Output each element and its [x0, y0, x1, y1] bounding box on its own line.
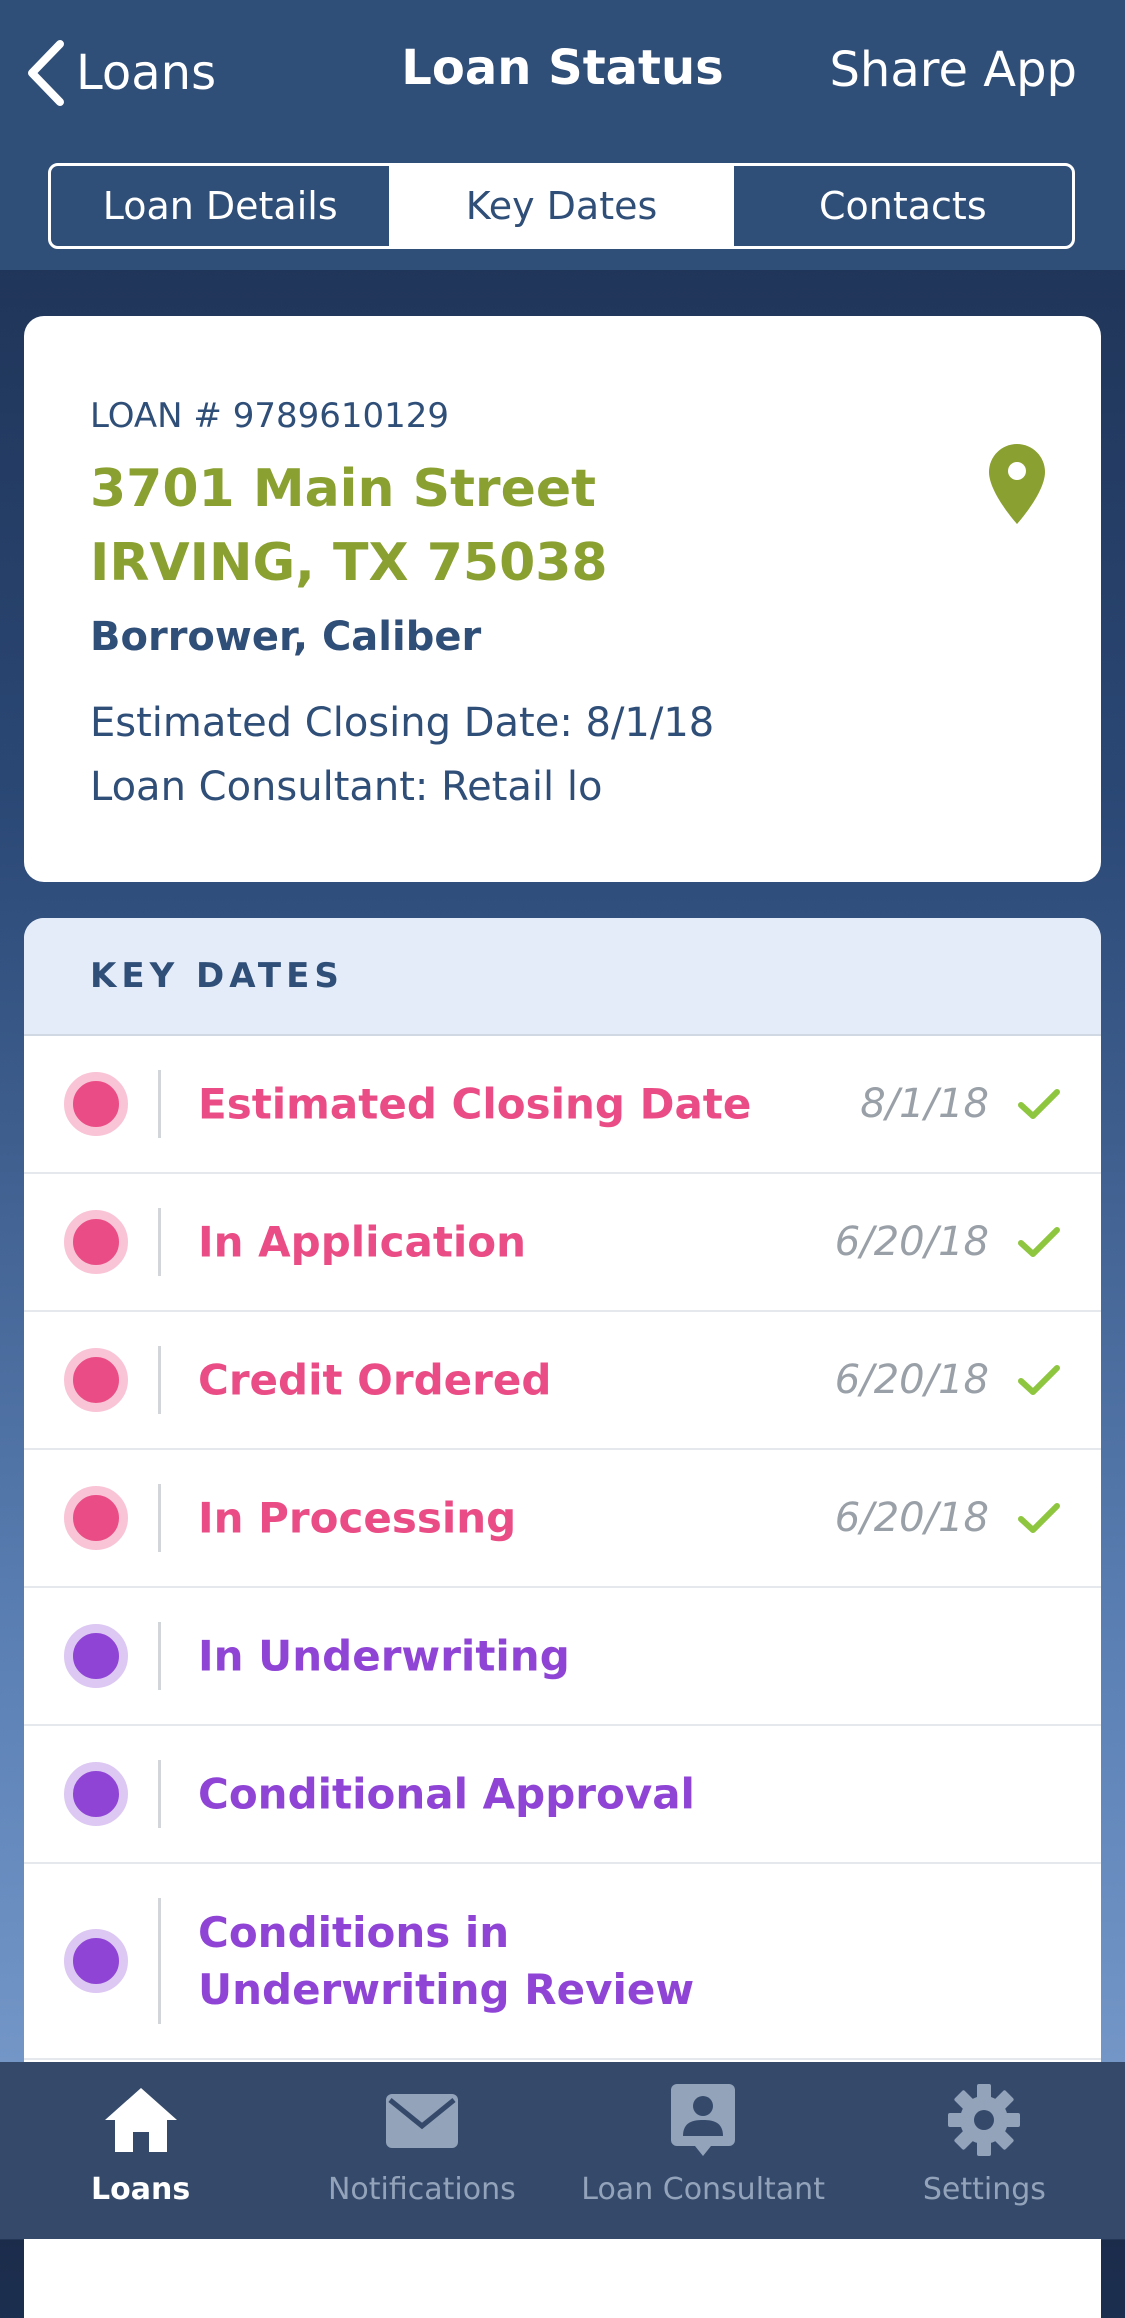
divider	[158, 1622, 161, 1690]
status-dot	[64, 1072, 128, 1136]
key-date-value: 6/20/18	[834, 1495, 989, 1541]
key-dates-header: KEY DATES	[24, 918, 1101, 1036]
status-dot	[64, 1624, 128, 1688]
list-item: Conditions in Underwriting Review	[24, 1864, 1101, 2060]
status-dot	[64, 1762, 128, 1826]
status-dot	[64, 1929, 128, 1993]
divider	[158, 1898, 161, 2024]
navigation-bar: Loans Loan Status Share App	[0, 0, 1125, 150]
checkmark-icon	[1018, 1365, 1060, 1395]
status-dot	[64, 1486, 128, 1550]
list-item: In Underwriting	[24, 1588, 1101, 1726]
bottom-tab-label: Settings	[922, 2172, 1046, 2207]
loan-summary-card: LOAN # 9789610129 3701 Main Street IRVIN…	[24, 316, 1101, 882]
key-date-value: 6/20/18	[834, 1357, 989, 1403]
divider	[158, 1760, 161, 1828]
bottom-tab-settings[interactable]: Settings	[844, 2062, 1125, 2239]
key-date-label-line-1: Conditions in	[198, 1908, 510, 1957]
segmented-control: Loan Details Key Dates Contacts	[48, 163, 1075, 249]
checkmark-icon	[1018, 1227, 1060, 1257]
list-item: Conditional Approval	[24, 1726, 1101, 1864]
list-item: In Application 6/20/18	[24, 1174, 1101, 1312]
divider	[158, 1070, 161, 1138]
key-date-label: In Underwriting	[198, 1631, 570, 1681]
bottom-tab-loans[interactable]: Loans	[0, 2062, 281, 2239]
tab-contacts[interactable]: Contacts	[730, 166, 1072, 246]
bottom-tab-label: Loans	[91, 2172, 191, 2207]
loan-number: LOAN # 9789610129	[90, 396, 450, 436]
divider	[158, 1346, 161, 1414]
contact-card-icon	[671, 2084, 736, 2156]
key-date-label: Conditional Approval	[198, 1769, 695, 1819]
key-date-value: 6/20/18	[834, 1219, 989, 1265]
bottom-tab-notifications[interactable]: Notifications	[281, 2062, 562, 2239]
bottom-tab-label: Notifications	[327, 2172, 516, 2207]
key-date-label: Estimated Closing Date	[198, 1079, 752, 1129]
header-bar: Loans Loan Status Share App Loan Details…	[0, 0, 1125, 270]
gear-icon	[948, 2084, 1021, 2156]
borrower-name: Borrower, Caliber	[90, 614, 482, 660]
address-line-1: 3701 Main Street	[90, 459, 596, 519]
address-line-2: IRVING, TX 75038	[90, 533, 608, 593]
home-icon	[104, 2088, 177, 2152]
checkmark-icon	[1018, 1503, 1060, 1533]
loan-consultant: Loan Consultant: Retail lo	[90, 764, 603, 810]
key-date-label: Conditions in Underwriting Review	[198, 1904, 694, 2018]
key-date-label: In Application	[198, 1217, 527, 1267]
tab-key-dates[interactable]: Key Dates	[389, 166, 731, 246]
map-pin-icon[interactable]	[989, 444, 1045, 524]
bottom-tab-label: Loan Consultant	[581, 2172, 825, 2207]
estimated-closing-date: Estimated Closing Date: 8/1/18	[90, 700, 715, 746]
share-app-button[interactable]: Share App	[829, 42, 1077, 98]
divider	[158, 1484, 161, 1552]
envelope-icon	[385, 2094, 458, 2148]
divider	[158, 1208, 161, 1276]
property-address: 3701 Main Street IRVING, TX 75038	[90, 452, 608, 600]
key-date-label: In Processing	[198, 1493, 517, 1543]
list-item: In Processing 6/20/18	[24, 1450, 1101, 1588]
key-date-label: Credit Ordered	[198, 1355, 552, 1405]
checkmark-icon	[1018, 1089, 1060, 1119]
bottom-tab-loan-consultant[interactable]: Loan Consultant	[563, 2062, 844, 2239]
bottom-tab-bar: Loans Notifications Loan Consultant Sett…	[0, 2062, 1125, 2239]
tab-loan-details[interactable]: Loan Details	[51, 166, 389, 246]
status-dot	[64, 1210, 128, 1274]
list-item: Credit Ordered 6/20/18	[24, 1312, 1101, 1450]
key-date-label-line-2: Underwriting Review	[198, 1965, 695, 2014]
key-date-value: 8/1/18	[860, 1081, 989, 1127]
list-item: Estimated Closing Date 8/1/18	[24, 1036, 1101, 1174]
status-dot	[64, 1348, 128, 1412]
